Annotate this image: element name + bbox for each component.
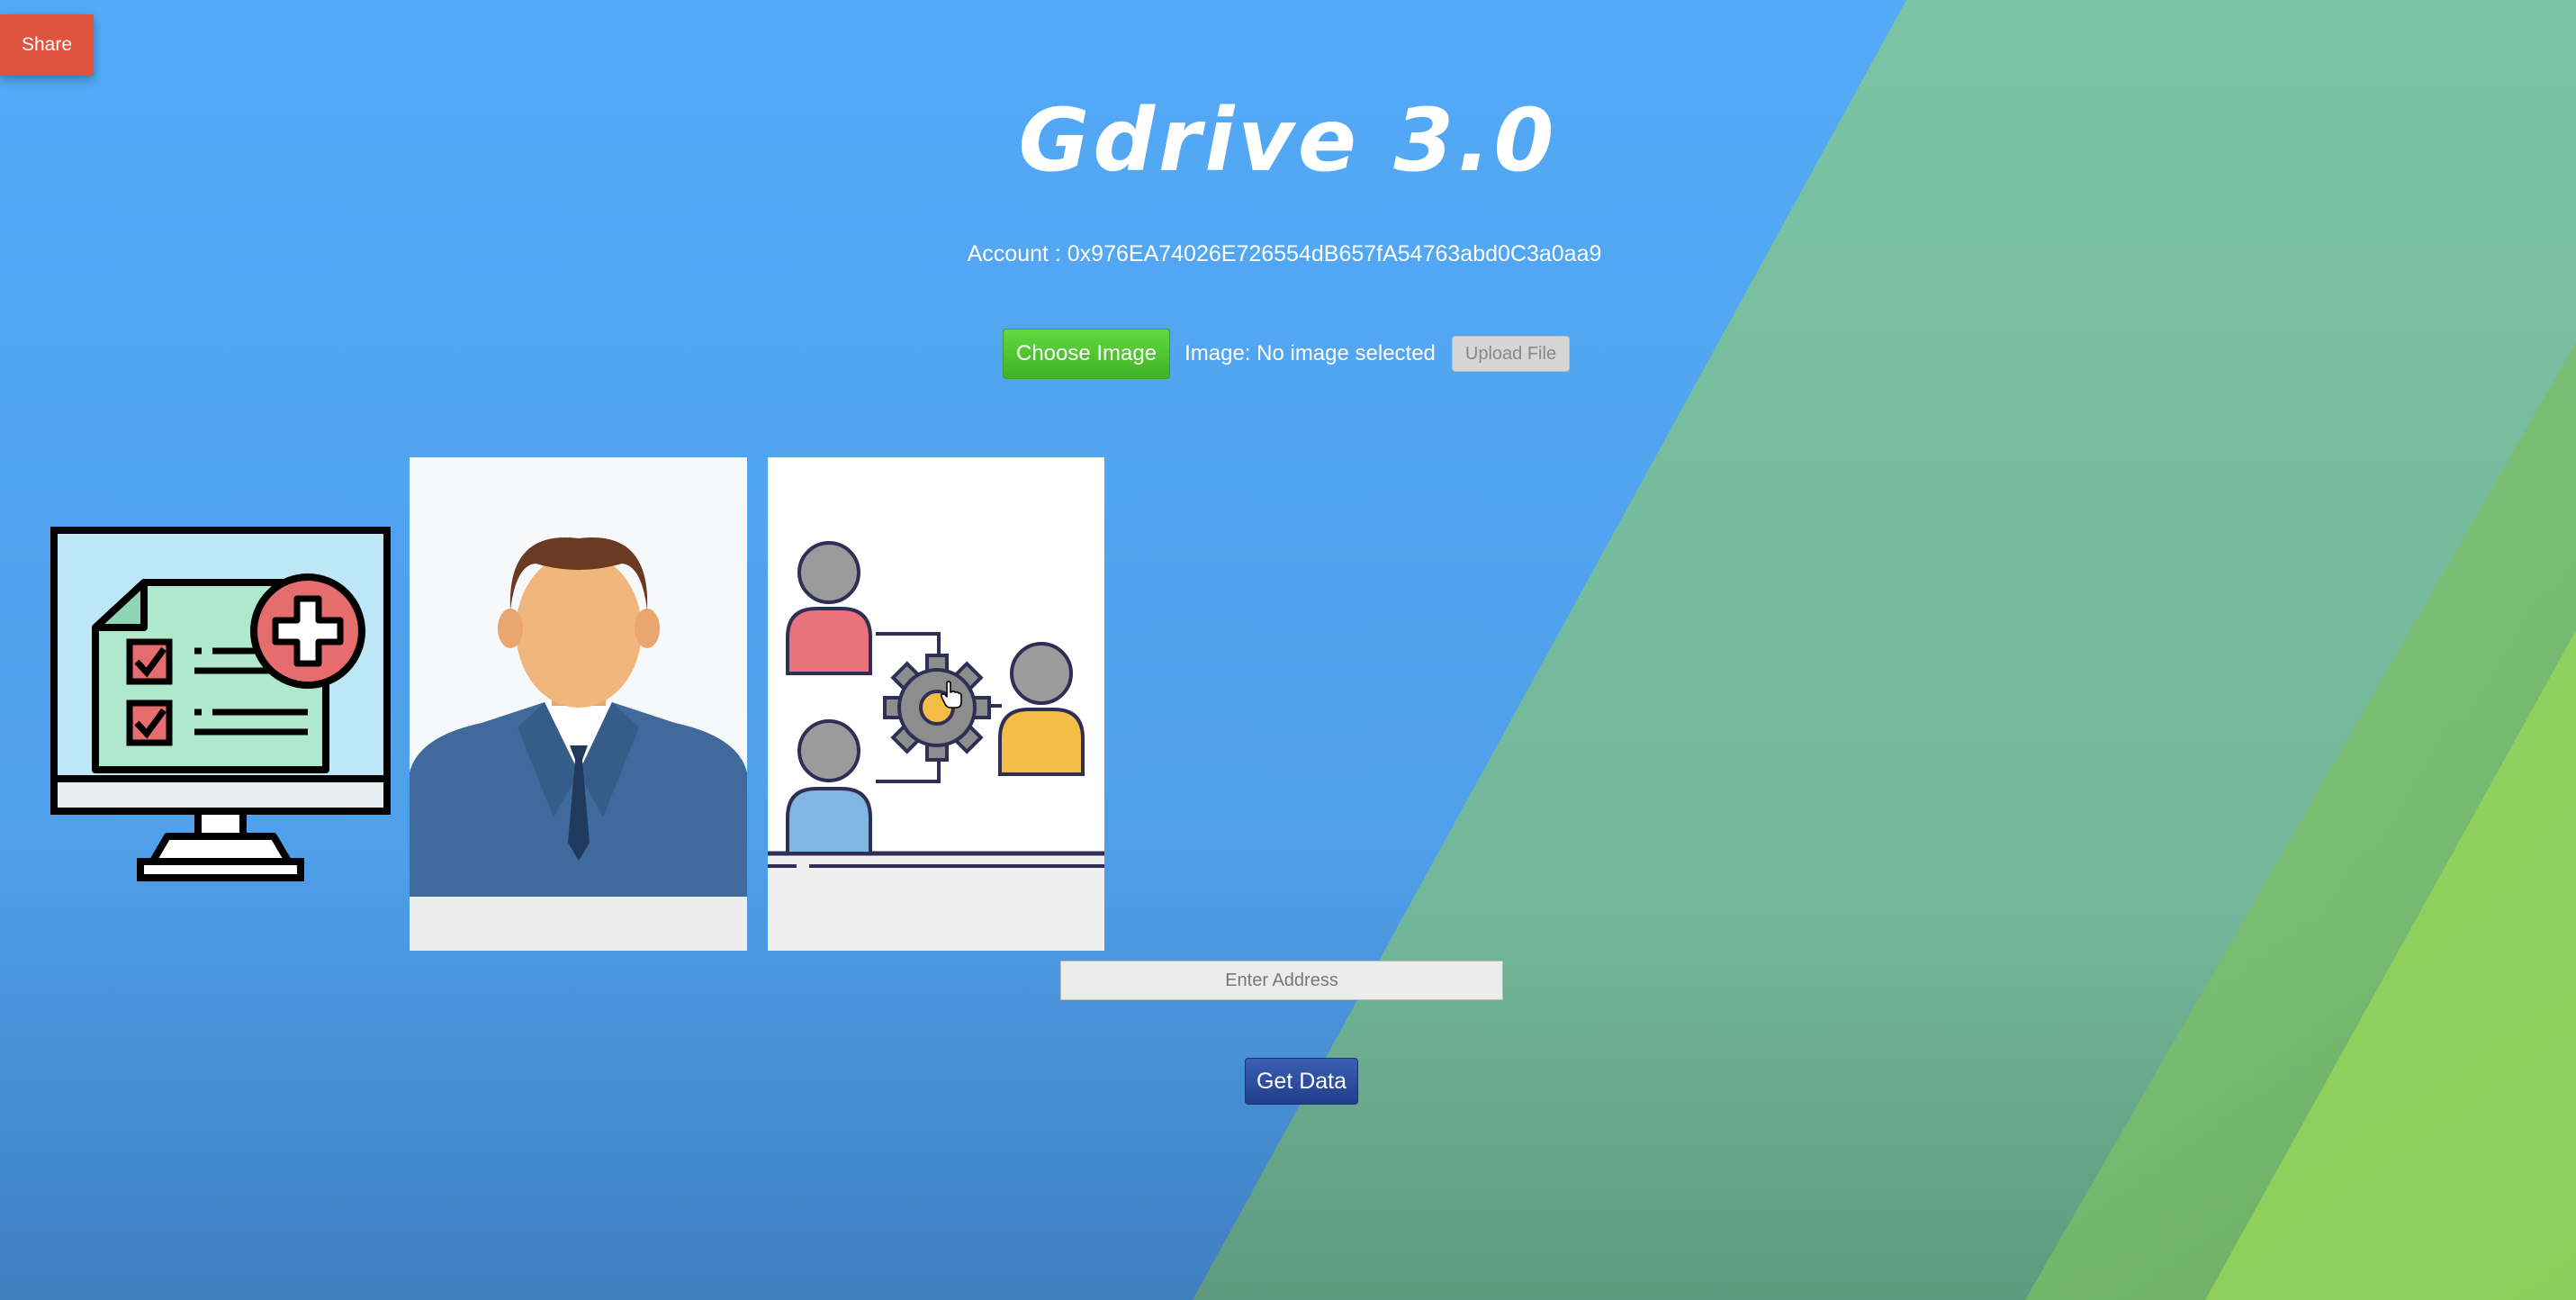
hand-cursor-icon [940, 681, 962, 709]
share-button[interactable]: Share [0, 14, 94, 76]
address-input[interactable] [1060, 961, 1503, 1000]
upload-file-button[interactable]: Upload File [1451, 336, 1571, 372]
app-title: Gdrive 3.0 [1018, 90, 1558, 191]
get-data-button[interactable]: Get Data [1245, 1058, 1358, 1105]
choose-image-button[interactable]: Choose Image [1003, 329, 1171, 379]
account-address: Account : 0x976EA74026E726554dB657fA5476… [0, 241, 2576, 267]
monitor-checklist-icon[interactable] [50, 527, 392, 882]
businessman-image-card[interactable] [410, 457, 747, 951]
team-workflow-image-card[interactable] [768, 457, 1104, 951]
account-label: Account : 0x976EA74026E726554dB657fA5476… [967, 241, 1602, 266]
image-status-text: Image: No image selected [1184, 341, 1436, 366]
team-workflow-icon [768, 457, 1104, 951]
upload-controls: Choose Image Image: No image selected Up… [1003, 328, 1571, 380]
businessman-avatar-icon [410, 457, 747, 951]
